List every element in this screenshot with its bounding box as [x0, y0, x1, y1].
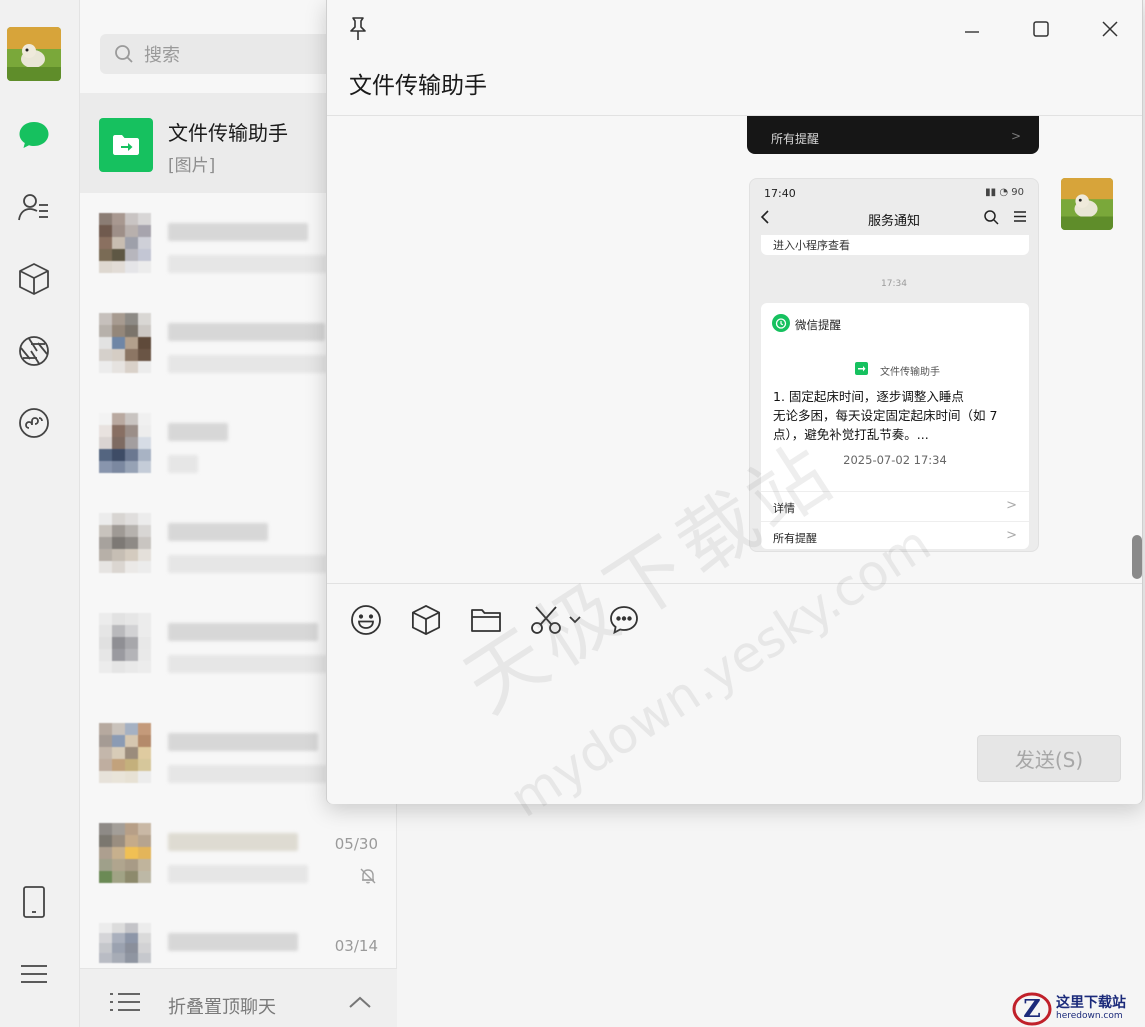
image-message-previous[interactable]: 所有提醒 > — [747, 116, 1039, 154]
logo-z-icon: Z — [1012, 992, 1052, 1025]
chat-window: 文件传输助手 所有提醒 > 17:40 ▮▮ ◔ 90 服务通知 进入小程序查看… — [326, 0, 1143, 804]
blurred-name — [168, 733, 318, 751]
image-message[interactable]: 17:40 ▮▮ ◔ 90 服务通知 进入小程序查看 17:34 微信提醒 文件… — [749, 178, 1039, 552]
blurred-name — [168, 623, 318, 641]
svg-text:Z: Z — [1023, 994, 1041, 1023]
alarm-clock-icon — [772, 314, 790, 332]
shot-card-line-2: 无论多困，每天设定固定起床时间（如 7 — [773, 408, 998, 423]
shot-card-date: 2025-07-02 17:34 — [843, 453, 947, 467]
message-input-area[interactable]: 发送(S) — [327, 583, 1142, 804]
emoji-icon[interactable] — [348, 602, 384, 638]
avatar — [99, 513, 151, 573]
shot-row-label: 所有提醒 — [771, 132, 820, 146]
shot-card-text: 进入小程序查看 — [773, 239, 850, 252]
chat-item-name: 文件传输助手 — [168, 121, 288, 145]
avatar — [99, 723, 151, 783]
shot-status-icons: ▮▮ ◔ 90 — [985, 187, 1024, 198]
phone-icon[interactable] — [16, 884, 52, 920]
avatar — [99, 413, 151, 473]
scrollbar[interactable] — [1132, 535, 1142, 579]
folder-icon[interactable] — [468, 602, 504, 638]
avatar — [99, 923, 151, 973]
shot-timestamp: 17:34 — [881, 279, 907, 289]
corner-site-logo: Z 这里下载站 heredown.com — [1012, 990, 1145, 1027]
menu-icon[interactable] — [16, 956, 52, 992]
blurred-preview — [168, 355, 328, 373]
blurred-preview — [168, 555, 328, 573]
avatar — [99, 823, 151, 883]
cube-icon[interactable] — [408, 602, 444, 638]
shot-row-all: 所有提醒 > — [761, 521, 1029, 551]
folded-label: 折叠置顶聊天 — [168, 997, 276, 1018]
shot-row-all-label: 所有提醒 — [773, 532, 817, 545]
chat-item-preview: [图片] — [168, 156, 216, 176]
list-item[interactable]: 05/30 — [80, 803, 397, 903]
nav-rail — [0, 0, 80, 1027]
shot-card-source: 微信提醒 — [795, 318, 841, 332]
window-header: 文件传输助手 — [327, 0, 1142, 116]
menu-icon — [1014, 211, 1026, 222]
contacts-icon[interactable] — [16, 189, 52, 225]
search-icon — [984, 210, 999, 225]
avatar — [99, 613, 151, 673]
avatar — [99, 213, 151, 273]
avatar — [99, 313, 151, 373]
shot-card-mini-program: 进入小程序查看 — [761, 235, 1029, 255]
shot-row-detail-label: 详情 — [773, 502, 795, 515]
search-placeholder: 搜索 — [144, 45, 180, 66]
chevron-right-icon: > — [1010, 129, 1021, 143]
avatar[interactable] — [7, 27, 61, 81]
cube-icon[interactable] — [16, 261, 52, 297]
avatar[interactable] — [1061, 178, 1113, 230]
shot-row-detail: 详情 > — [761, 491, 1029, 521]
shot-card-tag: 文件传输助手 — [880, 367, 940, 378]
blurred-name — [168, 223, 308, 241]
chevron-down-icon[interactable] — [565, 602, 585, 638]
blurred-preview — [168, 655, 328, 673]
chevron-right-icon: > — [1006, 498, 1017, 513]
chat-date: 03/14 — [334, 937, 378, 955]
search-icon — [115, 45, 133, 63]
chevron-right-icon: > — [1006, 528, 1017, 543]
blurred-preview — [168, 455, 198, 473]
chat-date: 05/30 — [334, 835, 378, 853]
shot-card-reminder: 微信提醒 文件传输助手 1. 固定起床时间，逐步调整入睡点 无论多困，每天设定固… — [761, 303, 1029, 549]
shot-status-time: 17:40 — [764, 187, 796, 200]
blurred-name — [168, 933, 298, 951]
blurred-preview — [168, 865, 308, 883]
send-button[interactable]: 发送(S) — [977, 735, 1121, 782]
shot-card-line-3: 点），避免补觉打乱节奏。... — [773, 427, 929, 442]
list-icon — [110, 993, 140, 1011]
chevron-up-icon[interactable] — [348, 995, 372, 1009]
moments-aperture-icon[interactable] — [16, 333, 52, 369]
blurred-name — [168, 423, 228, 441]
muted-bell-icon — [360, 868, 376, 884]
close-icon[interactable] — [1095, 14, 1125, 44]
blurred-name — [168, 323, 325, 341]
maximize-icon[interactable] — [1026, 14, 1056, 44]
message-area[interactable]: 所有提醒 > 17:40 ▮▮ ◔ 90 服务通知 进入小程序查看 17:34 … — [327, 116, 1142, 583]
file-transfer-icon — [99, 118, 153, 172]
blurred-preview — [168, 765, 328, 783]
logo-domain: heredown.com — [1056, 1011, 1123, 1021]
folded-pinned-chats[interactable]: 折叠置顶聊天 — [80, 968, 397, 1027]
chat-icon[interactable] — [16, 117, 52, 153]
blurred-name — [168, 833, 298, 851]
minimize-icon[interactable] — [957, 14, 987, 44]
blurred-preview — [168, 255, 328, 273]
shot-card-line-1: 1. 固定起床时间，逐步调整入睡点 — [773, 389, 964, 404]
pin-icon[interactable] — [343, 14, 373, 44]
chat-history-icon[interactable] — [606, 602, 642, 638]
logo-title: 这里下载站 — [1056, 995, 1126, 1011]
mini-program-icon[interactable] — [16, 405, 52, 441]
blurred-name — [168, 523, 268, 541]
window-title: 文件传输助手 — [349, 73, 487, 99]
scissors-icon[interactable] — [528, 602, 564, 638]
